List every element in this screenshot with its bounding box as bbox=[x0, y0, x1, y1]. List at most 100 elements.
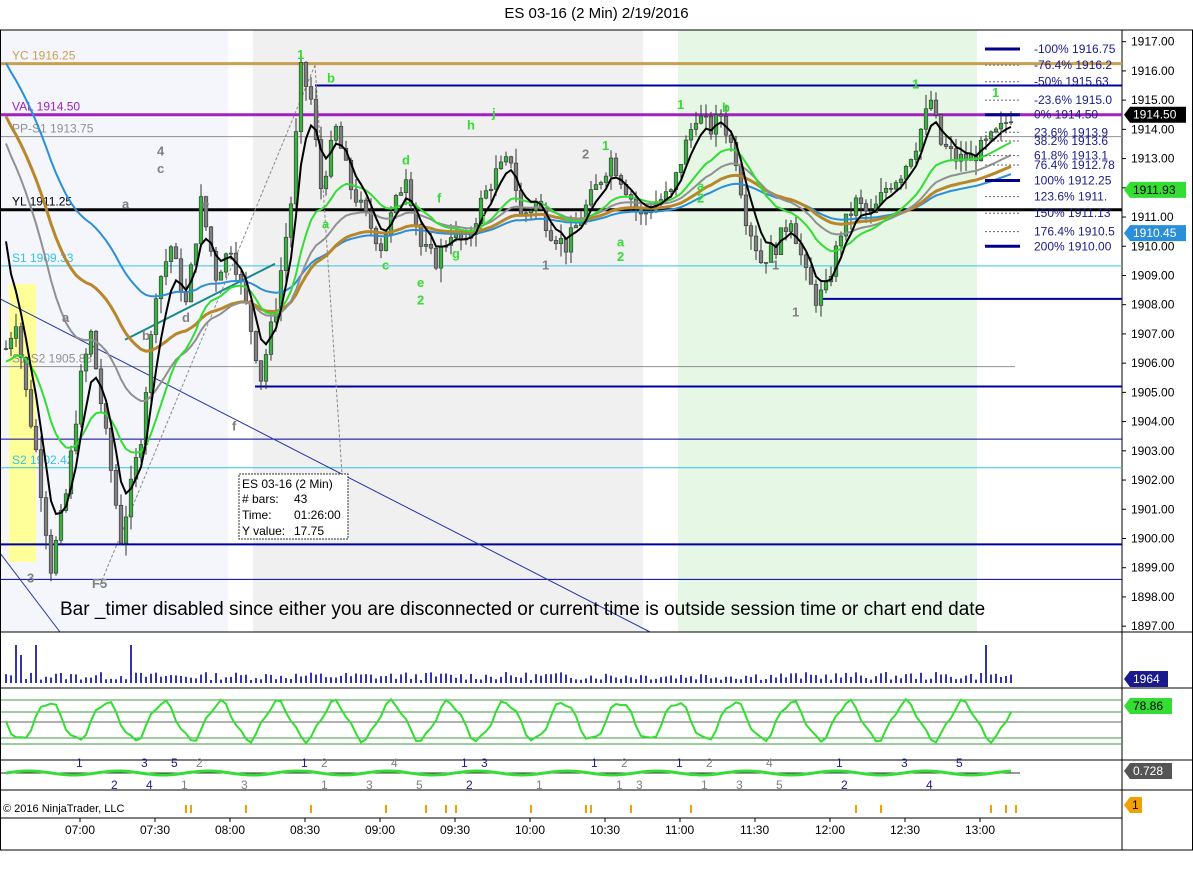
candle-body bbox=[933, 99, 939, 116]
x-tick-label: 12:30 bbox=[890, 823, 920, 837]
wave-annotation: b bbox=[142, 328, 150, 343]
wave-count-label: 4 bbox=[926, 778, 933, 792]
candle-body bbox=[998, 123, 1004, 130]
candle-body bbox=[753, 235, 759, 252]
fib-label: -50% 1915.63 bbox=[1034, 75, 1109, 89]
wave-count-label: 3 bbox=[481, 756, 488, 770]
wave-annotation: 2 bbox=[697, 190, 704, 205]
candle-body bbox=[298, 62, 304, 132]
candle-body bbox=[78, 370, 84, 425]
wave-count-label: 2 bbox=[706, 756, 713, 770]
signal-mark bbox=[590, 805, 592, 813]
candle-body bbox=[683, 139, 689, 165]
oscillator-tag-label: 78.86 bbox=[1133, 699, 1163, 713]
candle-body bbox=[83, 353, 89, 372]
y-tick-label: 1909.00 bbox=[1131, 268, 1175, 282]
candle-body bbox=[398, 192, 404, 196]
candle-body bbox=[988, 131, 994, 140]
wave-count-label: 2 bbox=[196, 756, 203, 770]
candle-body bbox=[838, 235, 844, 247]
level-label: VAL 1914.50 bbox=[12, 100, 80, 114]
price-tag-label: 1910.45 bbox=[1133, 226, 1177, 240]
wave-annotation: b bbox=[722, 100, 730, 115]
candle-body bbox=[943, 143, 949, 147]
candle-body bbox=[983, 138, 989, 141]
candle-body bbox=[423, 244, 429, 247]
fib-label: 76.4% 1912.78 bbox=[1034, 158, 1115, 172]
y-tick-label: 1897.00 bbox=[1131, 619, 1175, 633]
candle-body bbox=[333, 125, 339, 141]
signal-mark bbox=[630, 805, 632, 813]
y-tick-label: 1917.00 bbox=[1131, 35, 1175, 49]
x-tick-label: 07:00 bbox=[65, 823, 95, 837]
wave-tag-label: 0.728 bbox=[1133, 764, 1163, 778]
candle-body bbox=[718, 114, 724, 117]
wave-count-label: 5 bbox=[171, 756, 178, 770]
fib-label: -100% 1916.75 bbox=[1034, 42, 1116, 56]
y-tick-label: 1911.00 bbox=[1131, 210, 1174, 224]
signal-mark bbox=[990, 805, 992, 813]
wave-annotation: 1 bbox=[992, 85, 999, 100]
candle-body bbox=[993, 128, 999, 133]
candle-body bbox=[263, 354, 269, 382]
wave-annotation: a bbox=[617, 234, 625, 249]
info-y-value: 17.75 bbox=[294, 524, 324, 538]
candle-body bbox=[518, 190, 524, 216]
wave-count-label: 4 bbox=[391, 756, 398, 770]
candle-body bbox=[93, 330, 99, 370]
candle-body bbox=[113, 470, 119, 506]
y-tick-label: 1908.00 bbox=[1131, 298, 1175, 312]
y-tick-label: 1899.00 bbox=[1131, 561, 1175, 575]
y-tick-label: 1900.00 bbox=[1131, 531, 1175, 545]
candle-body bbox=[553, 240, 559, 245]
candle-body bbox=[48, 535, 54, 574]
candle-body bbox=[153, 298, 159, 335]
candle-body bbox=[763, 262, 769, 264]
candle-body bbox=[913, 150, 919, 160]
wave-annotation: f bbox=[437, 190, 442, 205]
y-tick-label: 1906.00 bbox=[1131, 356, 1175, 370]
candle-body bbox=[643, 212, 649, 215]
candle-body bbox=[948, 146, 954, 149]
signal-mark bbox=[1005, 805, 1007, 813]
candle-body bbox=[573, 225, 579, 229]
y-tick-label: 1903.00 bbox=[1131, 444, 1175, 458]
y-tick-label: 1907.00 bbox=[1131, 327, 1175, 341]
x-tick-label: 10:30 bbox=[590, 823, 620, 837]
fib-label: 123.6% 1911. bbox=[1034, 190, 1107, 204]
candle-body bbox=[923, 108, 929, 130]
wave-count-label: 1 bbox=[461, 756, 468, 770]
y-tick-label: 1905.00 bbox=[1131, 385, 1175, 399]
candle-body bbox=[928, 99, 934, 110]
fib-label: 100% 1912.25 bbox=[1034, 174, 1112, 188]
price-tag-label: 1914.50 bbox=[1133, 108, 1177, 122]
wave-count-panel: 123451231 21 34512311 21 31 21 345123450.728 bbox=[0, 756, 1172, 792]
wave-annotation: h bbox=[467, 117, 475, 132]
wave-annotation: 4 bbox=[157, 144, 165, 159]
candle-body bbox=[883, 188, 889, 193]
candle-body bbox=[488, 188, 494, 192]
copyright: © 2016 NinjaTrader, LLC bbox=[3, 803, 124, 815]
chart-canvas[interactable]: 1917.001916.001915.001914.001913.001912.… bbox=[0, 0, 1193, 871]
price-tag: 1914.50 bbox=[1124, 106, 1186, 123]
wave-annotation: a bbox=[62, 310, 70, 325]
wave-count-label: 3 bbox=[636, 778, 643, 792]
signal-mark bbox=[190, 805, 192, 813]
candle-body bbox=[38, 449, 44, 498]
wave-count-label: 3 bbox=[736, 778, 743, 792]
candle-body bbox=[783, 227, 789, 232]
wave-count-label: 1 bbox=[616, 778, 623, 792]
wave-annotation: a bbox=[122, 196, 130, 211]
candle-body bbox=[818, 289, 824, 306]
candle-body bbox=[598, 182, 604, 185]
candle-body bbox=[593, 184, 599, 190]
candle-body bbox=[758, 250, 764, 263]
candle-body bbox=[1008, 121, 1014, 124]
candle-body bbox=[403, 179, 409, 193]
candle-body bbox=[428, 244, 434, 249]
candle-body bbox=[853, 197, 859, 216]
candle-body bbox=[218, 271, 224, 281]
price-tag: 1911.93 bbox=[1124, 181, 1186, 198]
wave-annotation: j bbox=[491, 106, 496, 121]
wave-count-label: 1 bbox=[76, 756, 83, 770]
